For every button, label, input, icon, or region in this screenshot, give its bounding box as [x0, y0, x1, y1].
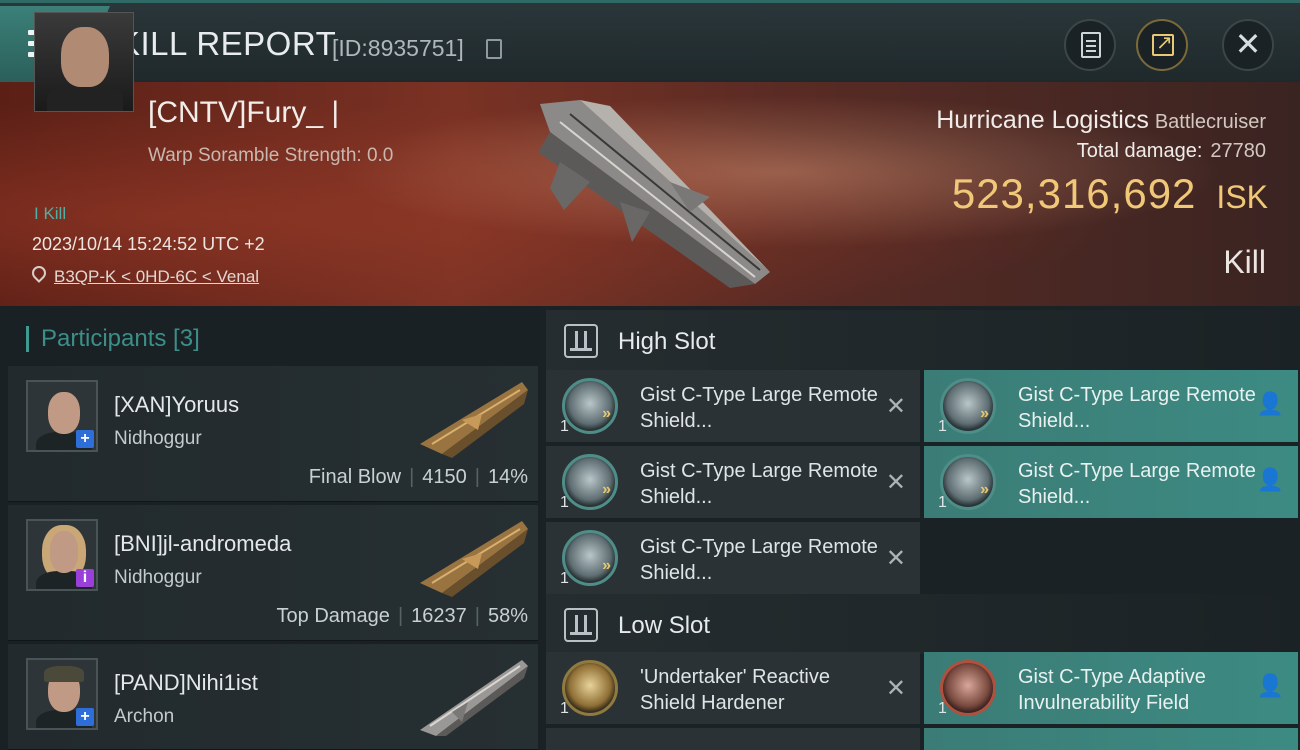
module-name: Gist C-Type Adaptive Invulnerability Fie… [1018, 666, 1206, 714]
participant-ship: Nidhoggur [114, 567, 202, 588]
ship-class: Battlecruiser [1154, 111, 1266, 133]
participant-tag: Final Blow [308, 466, 402, 488]
participant-damage: 16237 [411, 605, 467, 627]
participants-panel: Participants [3] + [XAN]Yoruus Nidhoggur… [0, 306, 540, 750]
person-icon: 👤 [1256, 468, 1284, 493]
participant-ship-image [420, 660, 528, 736]
module-name: Gist C-Type Large Remote Shield... [640, 536, 878, 584]
low-slot-header: Low Slot [546, 594, 1300, 654]
participant-stats: Top Damage | 16237 | 58% [276, 605, 528, 627]
participant-card[interactable]: i [BNI]jl-andromeda Nidhoggur Top Damage… [8, 505, 538, 641]
module-item[interactable]: » 1 Gist C-Type Large Remote Shield... 👤 [924, 446, 1298, 518]
module-item[interactable]: » 1 Gist C-Type Large Remote Shield... ✕ [546, 446, 920, 518]
module-item[interactable]: 1 'Undertaker' Reactive Shield Hardener … [546, 652, 920, 724]
shield-hardener-icon [562, 660, 618, 716]
module-quantity: 1 [560, 418, 569, 435]
shield-module-icon: » [940, 454, 996, 510]
module-item[interactable]: » 1 Gist C-Type Large Remote Shield... 👤 [924, 370, 1298, 442]
module-name: Gist C-Type Large Remote Shield... [1018, 460, 1256, 508]
participant-damage: 4150 [422, 466, 467, 488]
slot-title: Low Slot [618, 612, 711, 639]
high-slot-header: High Slot [546, 310, 1300, 370]
result-label: Kill [1223, 244, 1266, 280]
kill-location-link[interactable]: B3QP-K < 0HD-6C < Venal [54, 267, 259, 287]
participant-percent: 14% [487, 466, 528, 488]
share-icon [1152, 30, 1174, 56]
total-damage: Total damage: 27780 [1077, 140, 1266, 163]
victim-ship-name: Hurricane Logistics Battlecruiser [936, 106, 1266, 135]
total-damage-value: 27780 [1210, 140, 1266, 162]
module-item[interactable]: » 1 Gist C-Type Large Remote Shield... ✕ [546, 522, 920, 594]
module-name: Gist C-Type Large Remote Shield... [640, 460, 878, 508]
badge-icon: + [76, 708, 94, 726]
avatar: + [26, 658, 98, 730]
participant-card[interactable]: + [XAN]Yoruus Nidhoggur Final Blow | 4150 |… [8, 366, 538, 502]
isk-value: 523,316,692 ISK [952, 170, 1268, 218]
slot-icon [564, 324, 598, 358]
title-bar: KILL REPORT [ID:8935751] ✕ [0, 0, 1300, 82]
module-item-partial[interactable] [546, 728, 920, 750]
participant-stats: Final Blow | 4150 | 14% [308, 466, 528, 488]
isk-amount: 523,316,692 [951, 170, 1197, 217]
close-button[interactable]: ✕ [1222, 19, 1274, 71]
module-item[interactable]: » 1 Gist C-Type Large Remote Shield... ✕ [546, 370, 920, 442]
slot-title: High Slot [618, 328, 716, 355]
isk-unit: ISK [1216, 179, 1268, 215]
kill-id: [ID:8935751] [332, 35, 464, 61]
clipboard-icon [1081, 32, 1101, 58]
module-name: Gist C-Type Large Remote Shield... [1018, 384, 1256, 432]
person-icon: 👤 [1256, 674, 1284, 699]
module-item[interactable]: 1 Gist C-Type Adaptive Invulnerability F… [924, 652, 1298, 724]
participant-name: [PAND]Nihi1ist [114, 670, 258, 695]
remove-icon: ✕ [885, 392, 906, 420]
avatar: i [26, 519, 98, 591]
shield-module-icon: » [940, 378, 996, 434]
share-button[interactable] [1136, 19, 1188, 71]
ship-name-text: Hurricane Logistics [936, 106, 1149, 134]
avatar: + [26, 380, 98, 452]
module-quantity: 1 [938, 494, 947, 511]
module-quantity: 1 [938, 700, 947, 717]
participant-name: [BNI]jl-andromeda [114, 531, 292, 556]
page-title: KILL REPORT [118, 25, 337, 62]
clipboard-button[interactable] [1064, 19, 1116, 71]
participant-ship: Nidhoggur [114, 428, 202, 449]
shield-module-icon: » [562, 378, 618, 434]
badge-icon: i [76, 569, 94, 587]
shield-module-icon: » [562, 530, 618, 586]
remove-icon: ✕ [885, 544, 906, 572]
participant-percent: 58% [487, 605, 528, 627]
participant-card[interactable]: + [PAND]Nihi1ist Archon [8, 644, 538, 750]
victim-name[interactable]: [CNTV]Fury_ | [148, 96, 339, 130]
close-icon: ✕ [1234, 25, 1262, 63]
total-damage-label: Total damage: [1076, 140, 1203, 162]
module-item-partial[interactable] [924, 728, 1298, 750]
invulnerability-field-icon [940, 660, 996, 716]
module-quantity: 1 [938, 418, 947, 435]
shield-module-icon: » [562, 454, 618, 510]
kill-tag: I Kill [34, 204, 67, 223]
person-icon: 👤 [1256, 392, 1284, 417]
participants-header: Participants [3] [26, 326, 200, 352]
victim-portrait[interactable] [34, 12, 134, 112]
module-quantity: 1 [560, 570, 569, 587]
participant-name: [XAN]Yoruus [114, 392, 240, 417]
copy-icon[interactable] [486, 39, 502, 59]
participant-tag: Top Damage [276, 605, 390, 627]
warp-scramble-strength: Warp Soramble Strength: 0.0 [148, 145, 394, 166]
badge-icon: + [76, 430, 94, 448]
fitting-panel: High Slot » 1 Gist C-Type Large Remote S… [540, 306, 1300, 750]
module-name: 'Undertaker' Reactive Shield Hardener [640, 666, 830, 714]
module-name: Gist C-Type Large Remote Shield... [640, 384, 878, 432]
participant-ship-image [420, 521, 528, 597]
victim-ship-image[interactable] [520, 92, 780, 292]
kill-datetime: 2023/10/14 15:24:52 UTC +2 [32, 234, 265, 254]
participant-ship-image [420, 382, 528, 458]
module-quantity: 1 [560, 700, 569, 717]
module-quantity: 1 [560, 494, 569, 511]
remove-icon: ✕ [885, 674, 906, 702]
slot-icon [564, 608, 598, 642]
participant-ship: Archon [114, 706, 175, 727]
remove-icon: ✕ [885, 468, 906, 496]
